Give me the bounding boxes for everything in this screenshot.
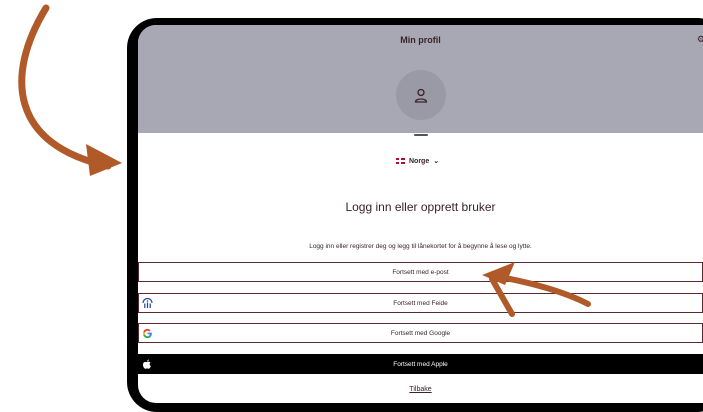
login-heading: Logg inn eller opprett bruker — [345, 200, 496, 214]
login-subtitle: Logg inn eller registrer deg og legg til… — [309, 243, 532, 250]
continue-apple-label: Fortsett med Apple — [393, 360, 448, 368]
user-icon — [414, 88, 428, 103]
avatar — [396, 70, 446, 120]
feide-icon — [141, 297, 153, 309]
chevron-down-icon: ⌄ — [433, 158, 440, 165]
continue-google-label: Fortsett med Google — [390, 329, 451, 337]
curved-arrow-left-head — [86, 144, 122, 176]
profile-header: Min profil ⚙ — [138, 25, 703, 133]
google-icon — [141, 327, 153, 339]
continue-email-label: Fortsett med e-post — [392, 268, 449, 276]
screenshot-canvas: Min profil ⚙ Norge ⌄ Logg inn eller oppr… — [0, 0, 703, 412]
norway-flag-icon — [396, 158, 405, 164]
sheet-grab-handle[interactable] — [414, 134, 428, 136]
back-link[interactable]: Tilbake — [138, 386, 703, 393]
app-screen: Min profil ⚙ Norge ⌄ Logg inn eller oppr… — [138, 25, 703, 403]
continue-email-button[interactable]: Fortsett med e-post — [138, 262, 703, 282]
country-selector[interactable]: Norge ⌄ — [396, 157, 439, 165]
gear-icon[interactable]: ⚙ — [697, 34, 703, 45]
continue-google-button[interactable]: Fortsett med Google — [138, 323, 703, 343]
continue-feide-button[interactable]: Fortsett med Feide — [138, 293, 703, 313]
apple-icon — [141, 358, 153, 370]
country-label: Norge — [409, 157, 430, 165]
continue-feide-label: Fortsett med Feide — [393, 299, 448, 307]
curved-arrow-left — [18, 4, 112, 170]
continue-apple-button[interactable]: Fortsett med Apple — [138, 354, 703, 374]
page-title: Min profil — [400, 35, 441, 45]
